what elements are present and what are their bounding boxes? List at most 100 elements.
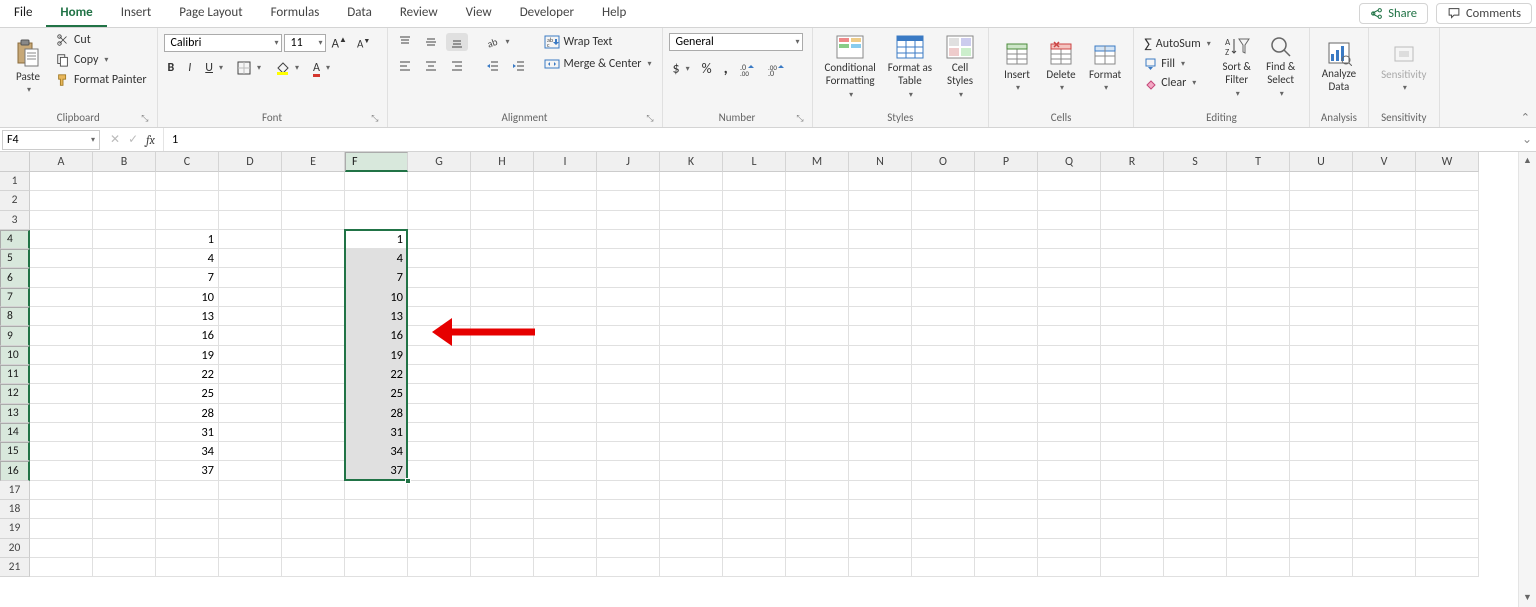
cell-I19[interactable] bbox=[534, 519, 597, 538]
cell-B5[interactable] bbox=[93, 249, 156, 268]
collapse-ribbon-button[interactable]: ⌃ bbox=[1521, 111, 1530, 124]
decrease-indent-button[interactable] bbox=[482, 57, 504, 75]
cell-C11[interactable]: 22 bbox=[156, 365, 219, 384]
cell-T19[interactable] bbox=[1227, 519, 1290, 538]
cell-O15[interactable] bbox=[912, 442, 975, 461]
cell-T16[interactable] bbox=[1227, 461, 1290, 480]
cell-A11[interactable] bbox=[30, 365, 93, 384]
cell-K19[interactable] bbox=[660, 519, 723, 538]
align-middle-button[interactable] bbox=[420, 33, 442, 51]
tab-formulas[interactable]: Formulas bbox=[257, 0, 334, 27]
cell-P15[interactable] bbox=[975, 442, 1038, 461]
cell-L15[interactable] bbox=[723, 442, 786, 461]
cell-L20[interactable] bbox=[723, 539, 786, 558]
cell-C14[interactable]: 31 bbox=[156, 423, 219, 442]
cell-U16[interactable] bbox=[1290, 461, 1353, 480]
cell-V11[interactable] bbox=[1353, 365, 1416, 384]
increase-indent-button[interactable] bbox=[508, 57, 530, 75]
cell-E13[interactable] bbox=[282, 404, 345, 423]
cell-C3[interactable] bbox=[156, 211, 219, 230]
cell-R20[interactable] bbox=[1101, 539, 1164, 558]
cell-H14[interactable] bbox=[471, 423, 534, 442]
cell-T18[interactable] bbox=[1227, 500, 1290, 519]
cell-W9[interactable] bbox=[1416, 326, 1479, 345]
align-bottom-button[interactable] bbox=[446, 33, 468, 51]
cell-H17[interactable] bbox=[471, 481, 534, 500]
scroll-down-icon[interactable]: ▼ bbox=[1519, 589, 1536, 607]
cell-M16[interactable] bbox=[786, 461, 849, 480]
row-header-2[interactable]: 2 bbox=[0, 191, 30, 210]
cell-R14[interactable] bbox=[1101, 423, 1164, 442]
format-painter-button[interactable]: Format Painter bbox=[52, 71, 151, 89]
cell-T1[interactable] bbox=[1227, 172, 1290, 191]
cell-O6[interactable] bbox=[912, 268, 975, 287]
cell-J9[interactable] bbox=[597, 326, 660, 345]
column-header-Q[interactable]: Q bbox=[1038, 152, 1101, 172]
cell-C21[interactable] bbox=[156, 558, 219, 577]
cell-W6[interactable] bbox=[1416, 268, 1479, 287]
cell-H12[interactable] bbox=[471, 384, 534, 403]
cell-R7[interactable] bbox=[1101, 288, 1164, 307]
cell-P3[interactable] bbox=[975, 211, 1038, 230]
cell-T14[interactable] bbox=[1227, 423, 1290, 442]
cell-Q17[interactable] bbox=[1038, 481, 1101, 500]
cell-M12[interactable] bbox=[786, 384, 849, 403]
cell-R12[interactable] bbox=[1101, 384, 1164, 403]
tab-data[interactable]: Data bbox=[333, 0, 386, 27]
cell-M3[interactable] bbox=[786, 211, 849, 230]
cell-E7[interactable] bbox=[282, 288, 345, 307]
cell-I4[interactable] bbox=[534, 230, 597, 249]
cell-E2[interactable] bbox=[282, 191, 345, 210]
cell-S9[interactable] bbox=[1164, 326, 1227, 345]
cell-M7[interactable] bbox=[786, 288, 849, 307]
cell-M13[interactable] bbox=[786, 404, 849, 423]
cell-R1[interactable] bbox=[1101, 172, 1164, 191]
cell-P20[interactable] bbox=[975, 539, 1038, 558]
cell-D11[interactable] bbox=[219, 365, 282, 384]
row-header-20[interactable]: 20 bbox=[0, 539, 30, 558]
cell-Q4[interactable] bbox=[1038, 230, 1101, 249]
cell-J14[interactable] bbox=[597, 423, 660, 442]
conditional-formatting-button[interactable]: Conditional Formatting▾ bbox=[819, 31, 882, 103]
row-header-21[interactable]: 21 bbox=[0, 558, 30, 577]
cell-A9[interactable] bbox=[30, 326, 93, 345]
clear-button[interactable]: Clear▾ bbox=[1140, 74, 1214, 92]
column-header-U[interactable]: U bbox=[1290, 152, 1353, 172]
cell-I17[interactable] bbox=[534, 481, 597, 500]
cell-E8[interactable] bbox=[282, 307, 345, 326]
insert-cells-button[interactable]: Insert▾ bbox=[995, 31, 1039, 103]
cell-D10[interactable] bbox=[219, 346, 282, 365]
cell-B14[interactable] bbox=[93, 423, 156, 442]
cell-V7[interactable] bbox=[1353, 288, 1416, 307]
cancel-formula-icon[interactable]: ✕ bbox=[110, 132, 120, 147]
cell-T6[interactable] bbox=[1227, 268, 1290, 287]
select-all-corner[interactable] bbox=[0, 152, 30, 172]
column-header-V[interactable]: V bbox=[1353, 152, 1416, 172]
column-header-D[interactable]: D bbox=[219, 152, 282, 172]
cell-U12[interactable] bbox=[1290, 384, 1353, 403]
cell-V9[interactable] bbox=[1353, 326, 1416, 345]
cell-G5[interactable] bbox=[408, 249, 471, 268]
cell-M1[interactable] bbox=[786, 172, 849, 191]
cell-L9[interactable] bbox=[723, 326, 786, 345]
fill-button[interactable]: Fill▾ bbox=[1140, 55, 1214, 73]
row-header-14[interactable]: 14 bbox=[0, 423, 30, 442]
cell-W3[interactable] bbox=[1416, 211, 1479, 230]
cell-B3[interactable] bbox=[93, 211, 156, 230]
cell-D18[interactable] bbox=[219, 500, 282, 519]
orientation-button[interactable]: ab▾ bbox=[482, 33, 514, 51]
row-header-18[interactable]: 18 bbox=[0, 500, 30, 519]
cell-B21[interactable] bbox=[93, 558, 156, 577]
cell-V14[interactable] bbox=[1353, 423, 1416, 442]
cell-P8[interactable] bbox=[975, 307, 1038, 326]
dialog-launcher-icon[interactable]: ⤡ bbox=[646, 113, 653, 124]
font-name-select[interactable]: Calibri▾ bbox=[164, 34, 282, 52]
cell-L13[interactable] bbox=[723, 404, 786, 423]
cell-O19[interactable] bbox=[912, 519, 975, 538]
cell-N21[interactable] bbox=[849, 558, 912, 577]
cell-U14[interactable] bbox=[1290, 423, 1353, 442]
cell-P13[interactable] bbox=[975, 404, 1038, 423]
cell-J20[interactable] bbox=[597, 539, 660, 558]
cell-K17[interactable] bbox=[660, 481, 723, 500]
cell-Q3[interactable] bbox=[1038, 211, 1101, 230]
